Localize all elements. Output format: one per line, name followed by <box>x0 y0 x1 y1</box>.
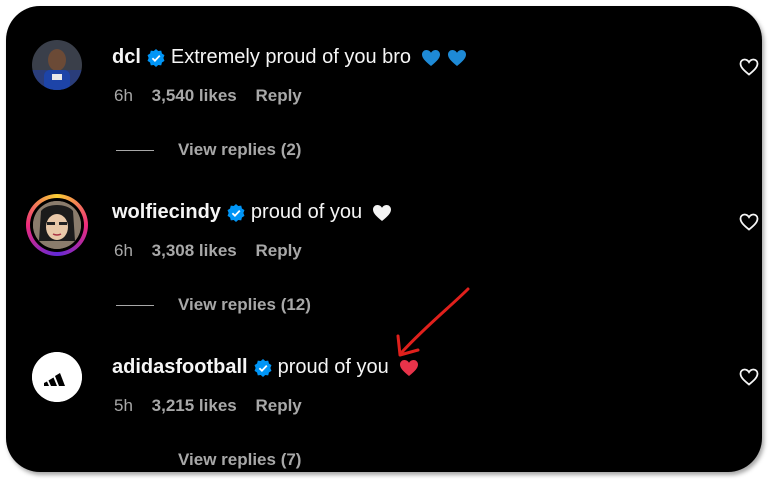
like-count[interactable]: 3,215 likes <box>152 396 237 415</box>
divider <box>116 149 154 151</box>
like-heart-icon[interactable] <box>739 212 759 232</box>
blue-heart-icon <box>421 48 441 68</box>
timestamp: 6h <box>114 241 133 260</box>
reply-button[interactable]: Reply <box>255 396 301 415</box>
comment-line: wolfiecindy proud of you <box>112 201 392 224</box>
view-replies-button[interactable]: View replies (2) <box>116 140 301 160</box>
comment-line: adidasfootball proud of you <box>112 356 419 379</box>
comment-meta: 6h 3,540 likes Reply <box>114 86 316 106</box>
view-replies-label: View replies (2) <box>178 140 302 159</box>
view-replies-label: View replies (7) <box>178 450 302 469</box>
white-heart-icon <box>372 203 392 223</box>
username[interactable]: dcl <box>112 46 141 69</box>
like-heart-icon[interactable] <box>739 57 759 77</box>
comments-panel: dcl Extremely proud of you bro 6h 3,540 … <box>6 6 762 472</box>
username[interactable]: adidasfootball <box>112 356 248 379</box>
view-replies-label: View replies (12) <box>178 295 311 314</box>
username[interactable]: wolfiecindy <box>112 201 221 224</box>
divider <box>116 304 154 306</box>
blue-heart-icon <box>447 48 467 68</box>
view-replies-button[interactable]: View replies (7) <box>116 450 301 470</box>
avatar[interactable] <box>32 40 82 90</box>
avatar[interactable] <box>26 194 88 256</box>
comment-text: Extremely proud of you bro <box>170 46 412 68</box>
comment-meta: 6h 3,308 likes Reply <box>114 241 316 261</box>
verified-badge-icon <box>254 358 272 377</box>
avatar[interactable] <box>32 352 82 402</box>
comment-text: proud of you <box>277 356 389 378</box>
comment-meta: 5h 3,215 likes Reply <box>114 396 316 416</box>
divider <box>116 460 154 461</box>
comment-text: proud of you <box>250 201 363 223</box>
red-heart-icon <box>399 358 419 378</box>
verified-badge-icon <box>147 48 165 67</box>
adidas-logo-icon <box>32 352 82 402</box>
view-replies-button[interactable]: View replies (12) <box>116 295 311 315</box>
verified-badge-icon <box>227 203 245 222</box>
like-count[interactable]: 3,540 likes <box>152 86 237 105</box>
reply-button[interactable]: Reply <box>255 241 301 260</box>
avatar-image <box>33 201 81 249</box>
timestamp: 6h <box>114 86 133 105</box>
comment-line: dcl Extremely proud of you bro <box>112 46 467 69</box>
like-heart-icon[interactable] <box>739 367 759 387</box>
reply-button[interactable]: Reply <box>255 86 301 105</box>
like-count[interactable]: 3,308 likes <box>152 241 237 260</box>
timestamp: 5h <box>114 396 133 415</box>
